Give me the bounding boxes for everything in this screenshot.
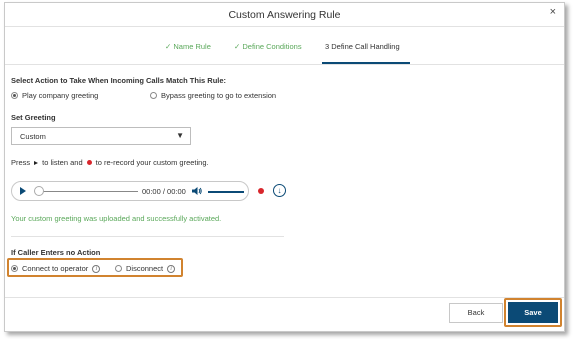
volume-slider[interactable]: [208, 191, 244, 193]
answering-rule-dialog: Custom Answering Rule × ✓ Name Rule ✓ De…: [4, 2, 565, 332]
radio-bypass-greeting[interactable]: Bypass greeting to go to extension: [150, 91, 276, 100]
back-button[interactable]: Back: [449, 303, 503, 323]
set-greeting-label: Set Greeting: [11, 113, 56, 122]
info-icon[interactable]: i: [92, 264, 101, 273]
caret-down-icon: ▼: [176, 131, 184, 140]
save-button[interactable]: Save: [508, 302, 558, 323]
hint-text-press: Press: [11, 158, 31, 167]
record-icon[interactable]: [258, 188, 264, 194]
radio-label: Disconnect: [126, 264, 164, 273]
info-icon[interactable]: i: [167, 264, 176, 273]
active-step-indicator: [322, 62, 410, 64]
step-name-rule[interactable]: ✓ Name Rule: [165, 42, 211, 51]
no-action-section-label: If Caller Enters no Action: [11, 248, 101, 257]
section-divider: [11, 236, 284, 237]
radio-label: Connect to operator: [22, 264, 89, 273]
radio-play-company-greeting[interactable]: Play company greeting: [11, 91, 98, 100]
hint-text-rerecord: to re-record your custom greeting.: [95, 158, 209, 167]
radio-disconnect[interactable]: Disconnect i: [115, 264, 176, 273]
playback-time: 00:00 / 00:00: [142, 187, 186, 196]
seek-track[interactable]: [38, 191, 138, 192]
greeting-hint: Press to listen and to re-record your cu…: [11, 158, 209, 167]
radio-label: Play company greeting: [22, 91, 99, 100]
greeting-select-value: Custom: [20, 132, 46, 141]
play-icon: [34, 160, 39, 165]
radio-label: Bypass greeting to go to extension: [161, 91, 277, 100]
step-define-call-handling[interactable]: 3 Define Call Handling: [325, 42, 400, 51]
wizard-steps: ✓ Name Rule ✓ Define Conditions 3 Define…: [5, 27, 564, 65]
audio-player: 00:00 / 00:00: [11, 181, 249, 201]
radio-unchecked-icon[interactable]: [150, 92, 157, 99]
dialog-title: Custom Answering Rule: [228, 9, 341, 21]
download-icon[interactable]: ↓: [273, 184, 286, 197]
dialog-header: Custom Answering Rule ×: [5, 3, 564, 27]
radio-connect-to-operator[interactable]: Connect to operator i: [11, 264, 101, 273]
seek-thumb[interactable]: [34, 186, 44, 196]
record-icon: [86, 160, 92, 165]
upload-success-message: Your custom greeting was uploaded and su…: [11, 214, 222, 223]
hint-text-listen: to listen and: [42, 158, 83, 167]
close-icon[interactable]: ×: [550, 6, 556, 18]
speaker-icon[interactable]: [192, 186, 202, 196]
radio-checked-icon[interactable]: [11, 265, 18, 272]
radio-checked-icon[interactable]: [11, 92, 18, 99]
greeting-select[interactable]: Custom ▼: [11, 127, 191, 145]
play-icon[interactable]: [20, 187, 26, 195]
action-section-label: Select Action to Take When Incoming Call…: [11, 76, 227, 85]
step-define-conditions[interactable]: ✓ Define Conditions: [234, 42, 302, 51]
radio-unchecked-icon[interactable]: [115, 265, 122, 272]
